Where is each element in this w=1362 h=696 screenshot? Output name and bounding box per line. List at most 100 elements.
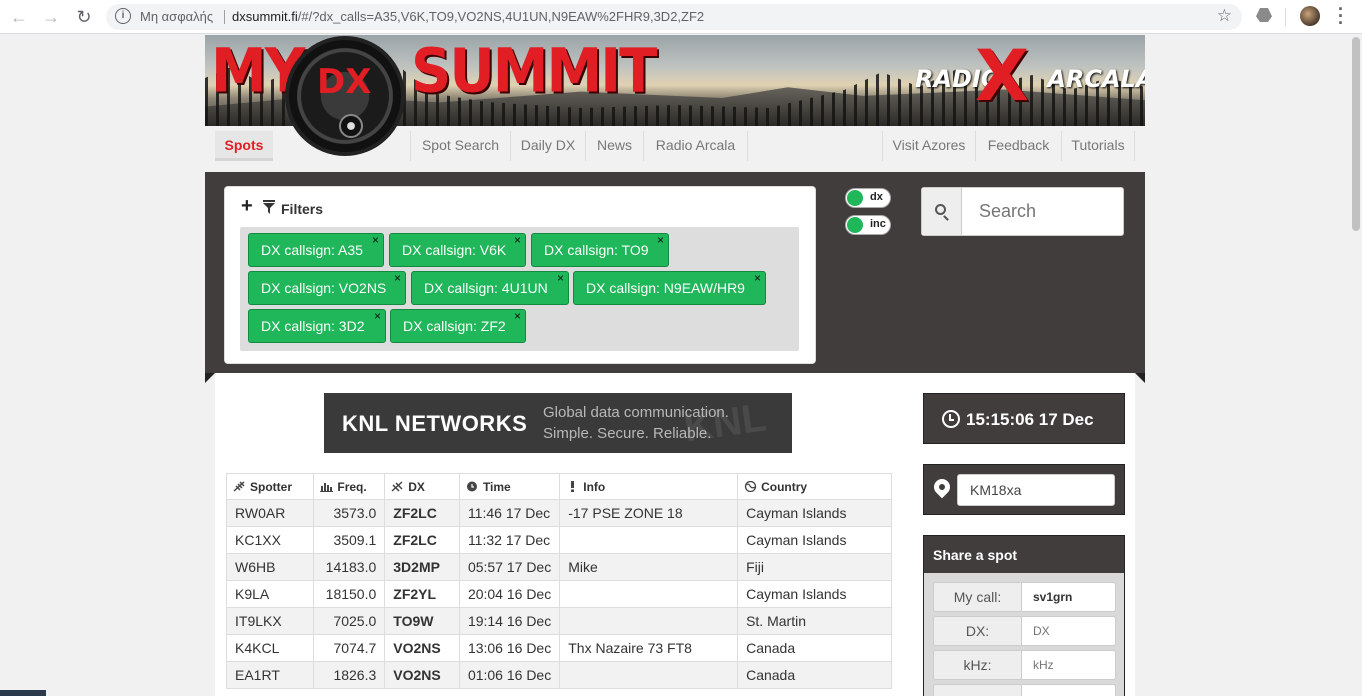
cell-dx[interactable]: ZF2LC (384, 526, 460, 554)
radio-arcala-logo[interactable]: RADIO ARCALA (915, 65, 1145, 93)
medallion-dx-text: DX (317, 62, 372, 102)
chip-close-icon[interactable]: × (514, 300, 521, 332)
inc-toggle[interactable]: inc (845, 215, 891, 235)
cell-dx[interactable]: ZF2LC (384, 499, 460, 527)
url-text[interactable]: dxsummit.fi/#/?dx_calls=A35,V6K,TO9,VO2N… (232, 9, 704, 24)
table-row[interactable]: KC1XX 3509.1 ZF2LC 11:32 17 Dec Cayman I… (225, 526, 892, 554)
khz-field[interactable] (1022, 650, 1116, 680)
cell-spotter[interactable]: EA1RT (225, 661, 315, 689)
info-icon[interactable]: i (115, 8, 131, 24)
nav-daily-dx[interactable]: Daily DX (510, 131, 585, 161)
th-dx-label: DX (408, 479, 425, 494)
chip-close-icon[interactable]: × (557, 262, 564, 294)
table-row[interactable]: RW0AR 3573.0 ZF2LC 11:46 17 Dec -17 PSE … (225, 499, 892, 527)
cell-freq[interactable]: 3573.0 (313, 499, 386, 527)
chip-close-icon[interactable]: × (372, 224, 379, 256)
cell-freq[interactable]: 1826.3 (313, 661, 386, 689)
cell-spotter[interactable]: RW0AR (225, 499, 315, 527)
forward-arrow-icon[interactable]: → (40, 6, 62, 28)
nav-spots[interactable]: Spots (215, 131, 273, 161)
cell-time: 13:06 16 Dec (458, 634, 561, 662)
scrollbar-thumb[interactable] (1352, 37, 1360, 231)
cell-freq[interactable]: 18150.0 (313, 580, 386, 608)
filters-title[interactable]: Filters (281, 201, 323, 217)
share-spot-title: Share a spot (933, 547, 1018, 563)
page-scrollbar[interactable] (1349, 35, 1362, 696)
cell-spotter[interactable]: W6HB (225, 553, 315, 581)
nav-radio-arcala[interactable]: Radio Arcala (643, 131, 748, 161)
nav-news[interactable]: News (585, 131, 643, 161)
table-row[interactable]: IT9LKX 7025.0 TO9W 19:14 16 Dec St. Mart… (225, 607, 892, 635)
chip-close-icon[interactable]: × (514, 224, 521, 256)
cell-spotter[interactable]: K9LA (225, 580, 315, 608)
filter-chip[interactable]: DX callsign: ZF2 × (390, 309, 526, 343)
th-freq[interactable]: Freq. (313, 473, 386, 500)
cell-info (559, 580, 739, 608)
ad-brand: KNL NETWORKS (342, 411, 528, 436)
chip-label: DX callsign: ZF2 (403, 318, 506, 334)
dx-field[interactable] (1022, 616, 1116, 646)
cell-freq[interactable]: 3509.1 (313, 526, 386, 554)
filter-chip[interactable]: DX callsign: VO2NS × (248, 271, 406, 305)
drive-extension-icon[interactable] (1256, 8, 1272, 22)
nav-tutorials[interactable]: Tutorials (1061, 131, 1135, 161)
locator-input[interactable] (957, 474, 1115, 506)
cell-freq[interactable]: 7074.7 (313, 634, 386, 662)
browser-toolbar: ← → ↻ i Μη ασφαλής dxsummit.fi/#/?dx_cal… (0, 0, 1362, 34)
table-row[interactable]: K4KCL 7074.7 VO2NS 13:06 16 Dec Thx Naza… (225, 634, 892, 662)
cell-dx[interactable]: ZF2YL (384, 580, 460, 608)
locator-box (923, 464, 1125, 515)
more-menu-icon[interactable]: · · · (1338, 0, 1346, 32)
filter-chip[interactable]: DX callsign: A35 × (248, 233, 384, 267)
chip-close-icon[interactable]: × (754, 262, 761, 294)
cell-spotter[interactable]: KC1XX (225, 526, 315, 554)
dx-toggle[interactable]: dx (845, 188, 891, 208)
th-time[interactable]: Time (458, 473, 561, 500)
logo-summit-text[interactable]: SUMMIT (411, 38, 657, 106)
search-input[interactable] (963, 188, 1123, 235)
toolbar-divider (1285, 8, 1286, 26)
profile-avatar[interactable] (1300, 6, 1320, 26)
th-info[interactable]: Info (559, 473, 739, 500)
dx-label: DX: (933, 616, 1022, 646)
nav-visit-azores[interactable]: Visit Azores (882, 131, 975, 161)
cell-dx[interactable]: 3D2MP (384, 553, 460, 581)
filter-chip[interactable]: DX callsign: 3D2 × (248, 309, 386, 343)
table-row[interactable]: W6HB 14183.0 3D2MP 05:57 17 Dec Mike Fij… (225, 553, 892, 581)
add-filter-icon[interactable]: + (241, 196, 253, 216)
table-row[interactable]: K9LA 18150.0 ZF2YL 20:04 16 Dec Cayman I… (225, 580, 892, 608)
chip-label: DX callsign: TO9 (544, 242, 649, 258)
th-country[interactable]: Country (737, 473, 892, 500)
chip-close-icon[interactable]: × (657, 224, 664, 256)
back-arrow-icon[interactable]: ← (8, 6, 30, 28)
address-bar[interactable]: i Μη ασφαλής dxsummit.fi/#/?dx_calls=A35… (106, 4, 1242, 30)
ad-banner[interactable]: KNL KNL NETWORKS Global data communicati… (324, 393, 792, 453)
filter-chip[interactable]: DX callsign: 4U1UN × (411, 271, 569, 305)
cell-freq[interactable]: 14183.0 (313, 553, 386, 581)
chip-close-icon[interactable]: × (394, 262, 401, 294)
url-path: /#/?dx_calls=A35,V6K,TO9,VO2NS,4U1UN,N9E… (297, 9, 705, 24)
cell-dx[interactable]: TO9W (384, 607, 460, 635)
filter-chip[interactable]: DX callsign: V6K × (389, 233, 526, 267)
chip-close-icon[interactable]: × (374, 300, 381, 332)
nav-spot-search[interactable]: Spot Search (410, 131, 510, 161)
my-call-field[interactable] (1022, 582, 1116, 612)
cell-freq[interactable]: 7025.0 (313, 607, 386, 635)
th-dx[interactable]: DX (384, 473, 460, 500)
bookmark-star-icon[interactable]: ☆ (1217, 6, 1232, 26)
reload-icon[interactable]: ↻ (73, 6, 95, 28)
filter-chip[interactable]: DX callsign: N9EAW/HR9 × (573, 271, 766, 305)
nav-feedback[interactable]: Feedback (975, 131, 1061, 161)
next-field[interactable] (1022, 684, 1116, 696)
cell-spotter[interactable]: K4KCL (225, 634, 315, 662)
table-row[interactable]: EA1RT 1826.3 VO2NS 01:06 16 Dec Canada (225, 661, 892, 689)
cell-dx[interactable]: VO2NS (384, 634, 460, 662)
cell-dx[interactable]: VO2NS (384, 661, 460, 689)
dx-logo-medallion[interactable]: DX (285, 36, 405, 156)
chip-label: DX callsign: N9EAW/HR9 (586, 280, 745, 296)
filter-chip[interactable]: DX callsign: TO9 × (531, 233, 669, 267)
th-spotter[interactable]: Spotter (225, 473, 315, 500)
cell-time: 01:06 16 Dec (458, 661, 561, 689)
th-time-label: Time (482, 479, 511, 494)
cell-spotter[interactable]: IT9LKX (225, 607, 315, 635)
